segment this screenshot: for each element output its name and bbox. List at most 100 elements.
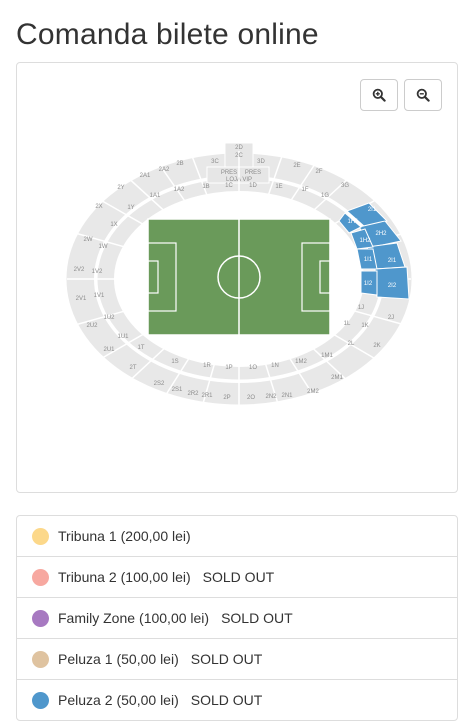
svg-text:2A2: 2A2 bbox=[159, 167, 170, 173]
legend-item-tribuna-2[interactable]: Tribuna 2 (100,00 lei) SOLD OUT bbox=[17, 556, 457, 597]
sold-out-badge: SOLD OUT bbox=[190, 692, 263, 708]
zoom-out-icon bbox=[416, 88, 430, 102]
svg-text:1D: 1D bbox=[249, 183, 257, 189]
svg-text:2W: 2W bbox=[84, 237, 93, 243]
svg-text:3D: 3D bbox=[257, 159, 265, 165]
svg-text:2V2: 2V2 bbox=[74, 267, 85, 273]
legend-price: (100,00 lei) bbox=[139, 610, 210, 626]
svg-text:2U1: 2U1 bbox=[103, 347, 115, 353]
svg-text:1U1: 1U1 bbox=[117, 334, 129, 340]
color-swatch-family-zone bbox=[32, 609, 49, 627]
svg-text:2N1: 2N1 bbox=[281, 393, 293, 399]
legend-item-peluza-1[interactable]: Peluza 1 (50,00 lei) SOLD OUT bbox=[17, 638, 457, 679]
zoom-in-button[interactable] bbox=[360, 79, 398, 111]
sold-out-badge: SOLD OUT bbox=[202, 569, 275, 585]
svg-text:1A1: 1A1 bbox=[150, 193, 161, 199]
svg-text:2R2: 2R2 bbox=[187, 391, 199, 397]
svg-text:1R: 1R bbox=[203, 363, 211, 369]
label-2I1b: 2I1 bbox=[388, 258, 397, 264]
svg-text:2E: 2E bbox=[293, 163, 300, 169]
svg-text:1P: 1P bbox=[225, 365, 232, 371]
svg-text:1C: 1C bbox=[225, 183, 233, 189]
svg-text:1N: 1N bbox=[271, 363, 279, 369]
legend-label: Family Zone bbox=[58, 610, 136, 626]
page-title: Comanda bilete online bbox=[16, 18, 319, 51]
svg-text:1M1: 1M1 bbox=[321, 353, 333, 359]
svg-text:1M2: 1M2 bbox=[295, 359, 307, 365]
legend-price: (200,00 lei) bbox=[120, 528, 191, 544]
svg-text:2P: 2P bbox=[223, 395, 230, 401]
legend-label: Tribuna 1 bbox=[58, 528, 117, 544]
svg-text:2X: 2X bbox=[95, 204, 102, 210]
legend-label: Tribuna 2 bbox=[58, 569, 117, 585]
svg-text:1U2: 1U2 bbox=[103, 315, 115, 321]
svg-text:1Y: 1Y bbox=[127, 205, 134, 211]
svg-text:2L: 2L bbox=[348, 341, 355, 347]
football-pitch bbox=[147, 218, 331, 336]
svg-text:2A1: 2A1 bbox=[140, 173, 151, 179]
legend-item-peluza-2[interactable]: Peluza 2 (50,00 lei) SOLD OUT bbox=[17, 679, 457, 720]
label-1I1: 1I1 bbox=[364, 257, 373, 263]
svg-text:2S1: 2S1 bbox=[172, 387, 183, 393]
legend-price: (50,00 lei) bbox=[116, 651, 179, 667]
svg-text:2T: 2T bbox=[129, 365, 136, 371]
color-swatch-peluza-1 bbox=[32, 650, 49, 668]
svg-text:1V2: 1V2 bbox=[92, 269, 103, 275]
svg-text:2C: 2C bbox=[235, 153, 243, 159]
svg-text:1J: 1J bbox=[358, 305, 364, 311]
label-1I2: 1I2 bbox=[364, 281, 373, 287]
color-swatch-peluza-2 bbox=[32, 691, 49, 709]
svg-text:1B: 1B bbox=[202, 184, 209, 190]
svg-text:1F: 1F bbox=[301, 187, 308, 193]
sold-out-badge: SOLD OUT bbox=[221, 610, 293, 626]
legend-item-tribuna-1[interactable]: Tribuna 1 (200,00 lei) bbox=[17, 516, 457, 556]
svg-text:1G: 1G bbox=[321, 193, 329, 199]
legend-price: (100,00 lei) bbox=[120, 569, 191, 585]
svg-text:1T: 1T bbox=[137, 345, 144, 351]
svg-text:2B: 2B bbox=[176, 161, 183, 167]
ticket-category-legend: Tribuna 1 (200,00 lei) Tribuna 2 (100,00… bbox=[16, 515, 458, 721]
legend-item-family-zone[interactable]: Family Zone (100,00 lei) SOLD OUT bbox=[17, 597, 457, 638]
svg-text:1O: 1O bbox=[249, 365, 257, 371]
stadium-map-panel: PRES PRES LOJA VIP 2I1 1H1 2H2 1H2 2I1 2… bbox=[16, 62, 458, 493]
svg-text:2Y: 2Y bbox=[117, 185, 124, 191]
svg-text:1K: 1K bbox=[361, 323, 368, 329]
svg-text:1V1: 1V1 bbox=[94, 293, 105, 299]
label-1H1: 1H1 bbox=[347, 219, 359, 225]
svg-text:2M1: 2M1 bbox=[331, 375, 343, 381]
svg-text:2R1: 2R1 bbox=[201, 393, 213, 399]
svg-text:1X: 1X bbox=[110, 222, 117, 228]
svg-text:1L: 1L bbox=[344, 321, 351, 327]
svg-text:2V1: 2V1 bbox=[76, 296, 87, 302]
svg-text:2M2: 2M2 bbox=[307, 389, 319, 395]
legend-label: Peluza 2 bbox=[58, 692, 113, 708]
zoom-out-button[interactable] bbox=[404, 79, 442, 111]
svg-text:2N2: 2N2 bbox=[265, 394, 277, 400]
press-label-1: PRES bbox=[221, 170, 237, 176]
sold-out-badge: SOLD OUT bbox=[190, 651, 263, 667]
label-2H2: 2H2 bbox=[375, 231, 387, 237]
svg-text:2D: 2D bbox=[235, 145, 243, 151]
legend-price: (50,00 lei) bbox=[116, 692, 179, 708]
svg-text:2O: 2O bbox=[247, 395, 255, 401]
svg-text:1A2: 1A2 bbox=[174, 187, 185, 193]
color-swatch-tribuna-2 bbox=[32, 568, 49, 586]
svg-text:2U2: 2U2 bbox=[86, 323, 98, 329]
label-1H2: 1H2 bbox=[359, 238, 371, 244]
zoom-in-icon bbox=[372, 88, 386, 102]
svg-text:3G: 3G bbox=[341, 183, 349, 189]
label-2I1: 2I1 bbox=[368, 207, 377, 213]
svg-text:3C: 3C bbox=[211, 159, 219, 165]
svg-text:1W: 1W bbox=[99, 244, 108, 250]
svg-text:1S: 1S bbox=[171, 359, 178, 365]
color-swatch-tribuna-1 bbox=[32, 527, 49, 545]
press-label-2: PRES bbox=[245, 170, 261, 176]
svg-text:2K: 2K bbox=[373, 343, 380, 349]
svg-text:2J: 2J bbox=[388, 315, 394, 321]
label-2I2: 2I2 bbox=[388, 283, 397, 289]
legend-label: Peluza 1 bbox=[58, 651, 113, 667]
svg-text:2F: 2F bbox=[315, 169, 322, 175]
stadium-map[interactable]: PRES PRES LOJA VIP 2I1 1H1 2H2 1H2 2I1 2… bbox=[17, 63, 457, 492]
svg-text:2S2: 2S2 bbox=[154, 381, 165, 387]
svg-text:1E: 1E bbox=[275, 184, 282, 190]
